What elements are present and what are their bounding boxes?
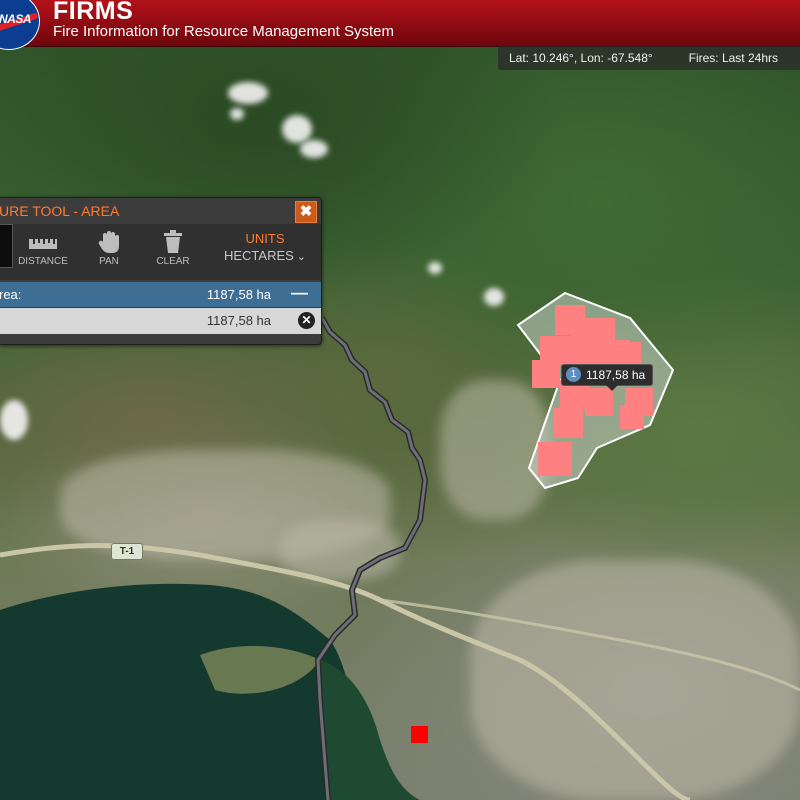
map-overlay bbox=[0, 291, 800, 800]
road-shield: T-1 bbox=[111, 543, 143, 560]
logo-text: NASA bbox=[0, 12, 32, 26]
status-bar: Lat: 10.246°, Lon: -67.548° Fires: Last … bbox=[498, 46, 800, 70]
pan-label: PAN bbox=[99, 256, 119, 267]
panel-title: URE TOOL - AREA bbox=[0, 203, 120, 219]
units-value: HECTARES bbox=[223, 248, 294, 263]
units-label: UNITS bbox=[245, 231, 285, 246]
area-mode-button[interactable] bbox=[0, 224, 13, 268]
result-value: 1187,58 ha bbox=[206, 287, 271, 302]
app-header: NASA FIRMS Fire Information for Resource… bbox=[0, 0, 800, 50]
clear-label: CLEAR bbox=[156, 256, 190, 267]
coordinates-readout: Lat: 10.246°, Lon: -67.548° bbox=[509, 51, 653, 65]
highway-road bbox=[379, 598, 800, 692]
measure-tool-panel: URE TOOL - AREA ✖ DISTANCE PAN CLEAR UNI… bbox=[0, 197, 322, 345]
fire-hotspot[interactable] bbox=[411, 726, 428, 743]
close-button[interactable]: ✖ bbox=[295, 201, 317, 223]
result-row[interactable]: rea: 1187,58 ha — bbox=[0, 282, 321, 307]
distance-label: DISTANCE bbox=[18, 256, 68, 267]
result-value: 1187,58 ha bbox=[206, 313, 271, 328]
result-label: rea: bbox=[0, 287, 22, 302]
nasa-logo[interactable]: NASA bbox=[0, 0, 40, 50]
measure-toolbar: DISTANCE PAN CLEAR UNITS HECTARES ⌄ bbox=[0, 224, 321, 280]
app-subtitle: Fire Information for Resource Management… bbox=[53, 23, 394, 40]
trash-icon bbox=[143, 230, 203, 253]
result-row[interactable]: 1187,58 ha ✕ bbox=[0, 308, 321, 334]
polygon-area-value: 1187,58 ha bbox=[586, 368, 646, 382]
area-measure-tooltip: 1 1187,58 ha bbox=[561, 364, 654, 391]
distance-button[interactable]: DISTANCE bbox=[13, 230, 73, 267]
pan-button[interactable]: PAN bbox=[79, 230, 139, 267]
clear-button[interactable]: CLEAR bbox=[143, 230, 203, 267]
remove-measurement-button[interactable]: ✕ bbox=[298, 312, 315, 329]
chevron-down-icon: ⌄ bbox=[296, 251, 307, 263]
tooltip-pointer bbox=[606, 385, 618, 391]
units-dropdown[interactable]: HECTARES ⌄ bbox=[219, 248, 311, 263]
lake-shallow bbox=[320, 660, 420, 800]
ruler-icon bbox=[13, 230, 73, 252]
hand-icon bbox=[79, 230, 139, 253]
fires-period-selector[interactable]: Fires: Last 24hrs bbox=[689, 46, 778, 70]
map-canvas[interactable]: T-1 1 1187,58 ha bbox=[0, 0, 800, 800]
polygon-index-badge: 1 bbox=[566, 367, 581, 383]
collapse-button[interactable]: — bbox=[291, 283, 308, 303]
